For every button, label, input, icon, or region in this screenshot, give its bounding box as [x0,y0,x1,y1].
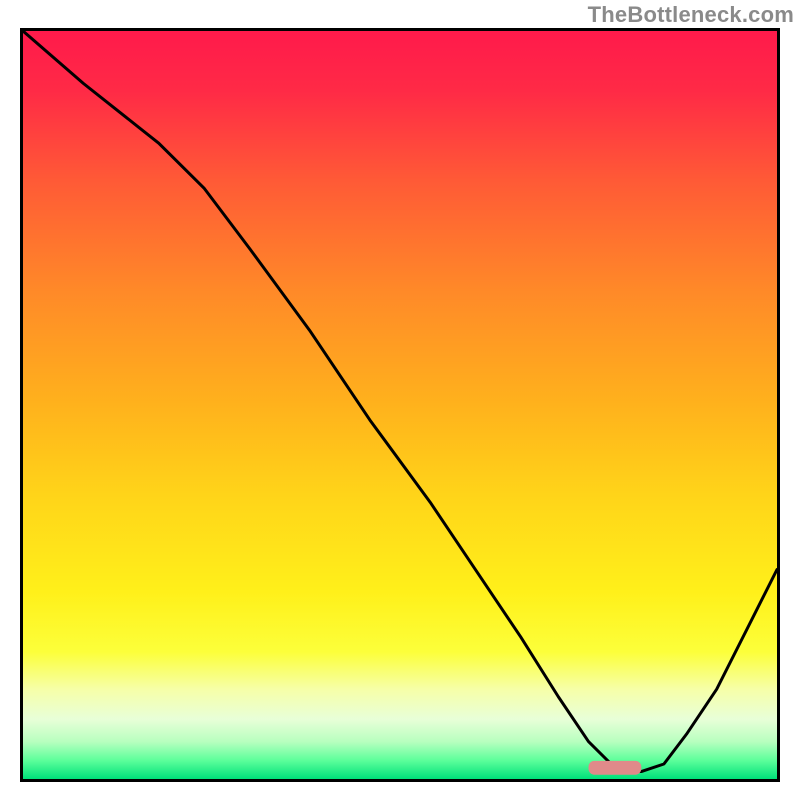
chart-container: TheBottleneck.com [0,0,800,800]
attribution-label: TheBottleneck.com [588,2,794,28]
plot-area [20,28,780,782]
optimal-marker [23,31,777,779]
